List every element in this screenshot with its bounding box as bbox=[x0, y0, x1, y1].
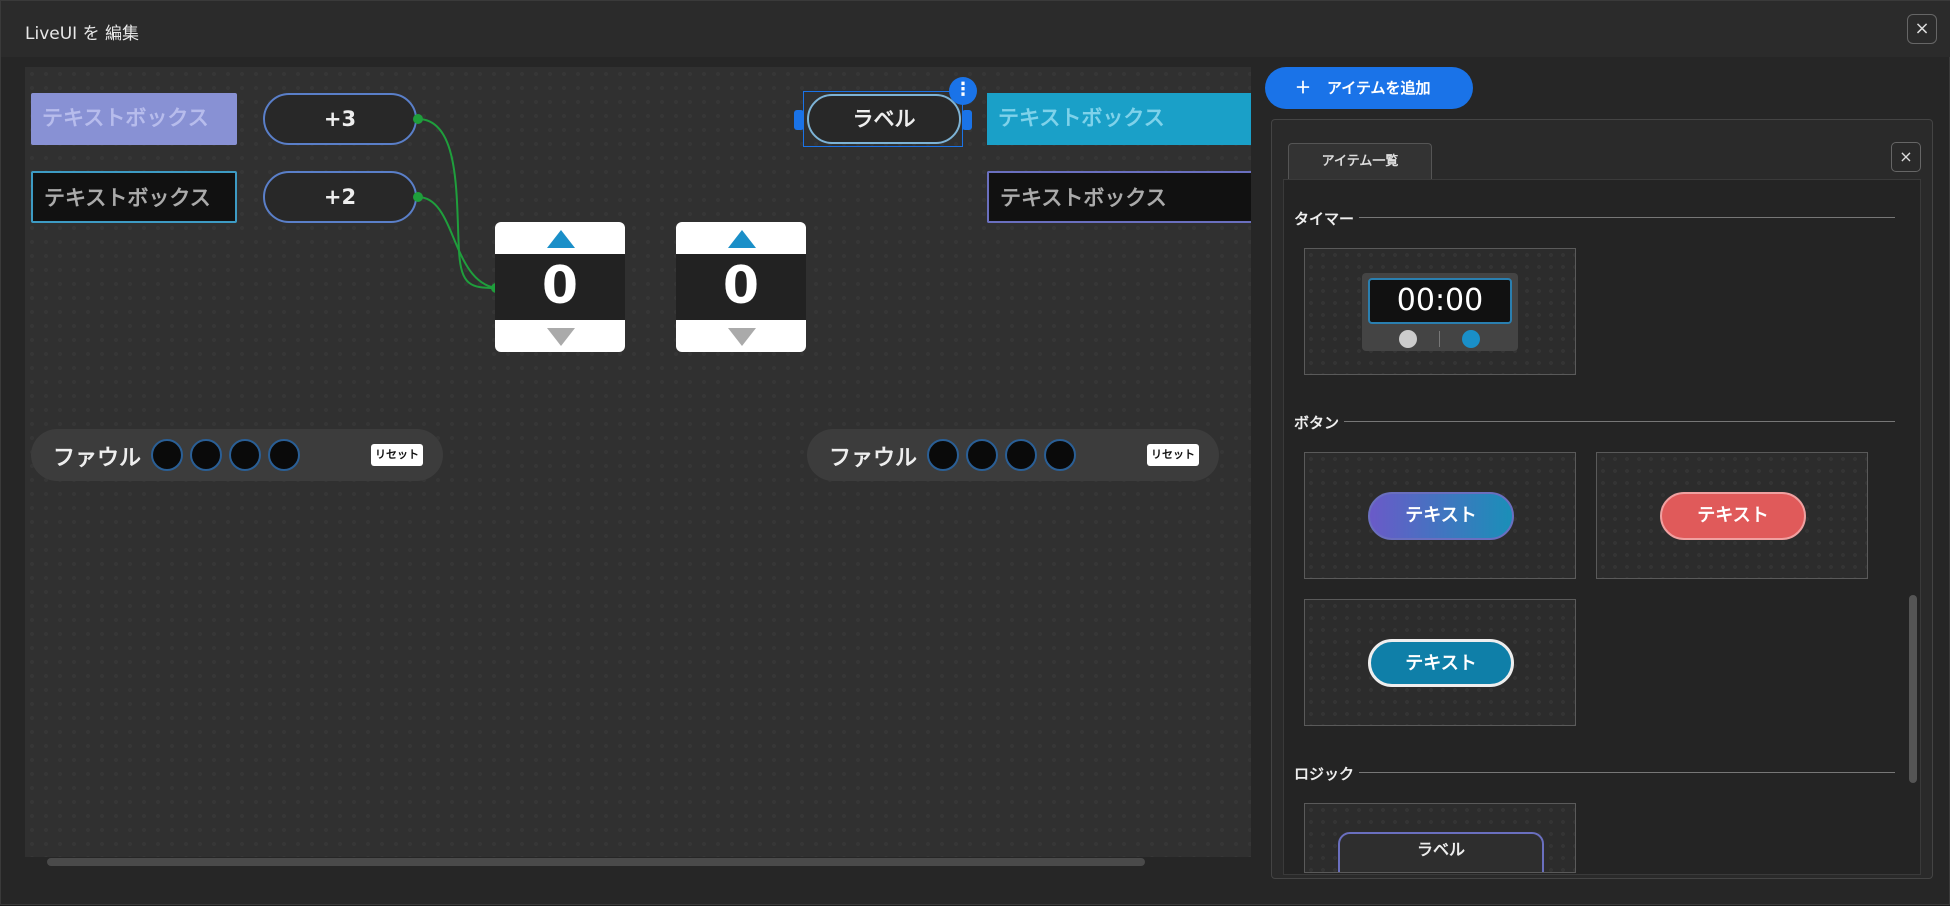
decrement-arrow-icon[interactable] bbox=[728, 328, 756, 346]
timer-item-card[interactable]: 00:00 bbox=[1304, 248, 1576, 375]
add-item-label: アイテムを追加 bbox=[1327, 79, 1431, 97]
resize-handle-right[interactable] bbox=[962, 110, 972, 130]
window-title: LiveUI を 編集 bbox=[25, 24, 139, 44]
close-icon[interactable]: × bbox=[1891, 142, 1921, 172]
reset-button[interactable]: リセット bbox=[1147, 444, 1199, 466]
horizontal-scrollbar[interactable] bbox=[47, 858, 1145, 866]
add-item-button[interactable]: ＋ アイテムを追加 bbox=[1265, 67, 1473, 109]
close-icon[interactable]: × bbox=[1907, 14, 1937, 44]
resize-handle-left[interactable] bbox=[794, 110, 804, 130]
plus2-button[interactable]: +2 bbox=[263, 171, 417, 223]
play-icon bbox=[1462, 330, 1480, 348]
foul-label: ファウル bbox=[829, 446, 918, 471]
foul-indicator[interactable] bbox=[151, 439, 183, 471]
more-menu-icon[interactable]: ⋮ bbox=[949, 77, 977, 105]
plus3-button[interactable]: +3 bbox=[263, 93, 417, 145]
title-bar: LiveUI を 編集 × bbox=[1, 1, 1950, 57]
textbox-widget[interactable]: テキストボックス bbox=[31, 171, 237, 223]
counter-value: 0 bbox=[495, 254, 625, 320]
gradient-button-preview: テキスト bbox=[1368, 492, 1514, 540]
logic-item-card[interactable]: ラベル bbox=[1304, 803, 1576, 873]
increment-arrow-icon[interactable] bbox=[547, 230, 575, 248]
textbox-widget[interactable]: テキストボックス bbox=[987, 93, 1251, 145]
teal-button-preview: テキスト bbox=[1368, 639, 1514, 687]
increment-arrow-icon[interactable] bbox=[728, 230, 756, 248]
score-counter: 0 bbox=[676, 222, 806, 352]
foul-label: ファウル bbox=[53, 446, 142, 471]
decrement-arrow-icon[interactable] bbox=[547, 328, 575, 346]
button-item-card[interactable]: テキスト bbox=[1596, 452, 1868, 579]
divider bbox=[1439, 331, 1440, 347]
foul-indicator[interactable] bbox=[1044, 439, 1076, 471]
section-title-timer: タイマー bbox=[1294, 210, 1355, 228]
textbox-widget[interactable]: テキストボックス bbox=[987, 171, 1251, 223]
reset-icon bbox=[1399, 330, 1417, 348]
foul-indicator[interactable] bbox=[190, 439, 222, 471]
divider bbox=[1359, 772, 1895, 773]
divider bbox=[1344, 421, 1895, 422]
section-title-logic: ロジック bbox=[1294, 765, 1355, 783]
foul-group: ファウル リセット bbox=[31, 429, 443, 481]
section-title-button: ボタン bbox=[1294, 414, 1340, 432]
timer-display: 00:00 bbox=[1368, 278, 1512, 324]
selection-box bbox=[803, 91, 963, 147]
foul-indicator[interactable] bbox=[229, 439, 261, 471]
foul-indicator[interactable] bbox=[268, 439, 300, 471]
foul-indicator[interactable] bbox=[966, 439, 998, 471]
reset-button[interactable]: リセット bbox=[371, 444, 423, 466]
foul-group: ファウル リセット bbox=[807, 429, 1219, 481]
edit-window: LiveUI を 編集 × テキストボックス テキストボックス テキストボックス… bbox=[0, 0, 1950, 905]
score-counter: 0 bbox=[495, 222, 625, 352]
red-button-preview: テキスト bbox=[1660, 492, 1806, 540]
textbox-widget[interactable]: テキストボックス bbox=[31, 93, 237, 145]
divider bbox=[1359, 217, 1895, 218]
button-item-card[interactable]: テキスト bbox=[1304, 452, 1576, 579]
timer-preview: 00:00 bbox=[1362, 273, 1518, 351]
logic-label-preview: ラベル bbox=[1338, 832, 1544, 872]
counter-value: 0 bbox=[676, 254, 806, 320]
plus-icon: ＋ bbox=[1295, 78, 1312, 97]
tab-item-list[interactable]: アイテム一覧 bbox=[1288, 143, 1432, 179]
foul-indicator[interactable] bbox=[927, 439, 959, 471]
foul-indicator[interactable] bbox=[1005, 439, 1037, 471]
vertical-scrollbar[interactable] bbox=[1909, 595, 1917, 783]
button-item-card[interactable]: テキスト bbox=[1304, 599, 1576, 726]
